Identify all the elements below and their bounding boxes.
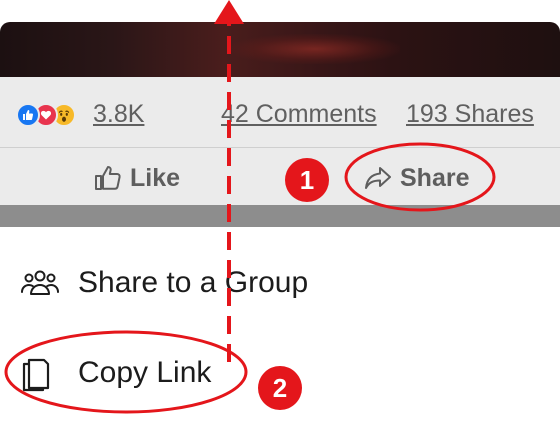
divider bbox=[0, 147, 560, 148]
reaction-count[interactable]: 3.8K bbox=[93, 100, 144, 129]
copy-link-label: Copy Link bbox=[78, 356, 212, 389]
like-button[interactable]: Like bbox=[94, 160, 180, 196]
share-to-group-label: Share to a Group bbox=[78, 266, 309, 299]
post-image[interactable] bbox=[0, 22, 560, 77]
copy-icon bbox=[20, 353, 64, 393]
post-footer bbox=[0, 77, 560, 205]
feed-separator bbox=[0, 205, 560, 227]
like-label: Like bbox=[130, 163, 181, 192]
share-to-group-option[interactable]: Share to a Group bbox=[20, 263, 308, 303]
copy-link-option[interactable]: Copy Link bbox=[20, 353, 211, 393]
share-label: Share bbox=[400, 163, 470, 192]
shares-count-link[interactable]: 193 Shares bbox=[406, 100, 534, 129]
image-glow bbox=[230, 34, 400, 64]
thumbs-up-reaction-icon bbox=[16, 103, 40, 127]
top-strip bbox=[0, 0, 560, 22]
thumbs-up-icon bbox=[95, 166, 121, 190]
share-button[interactable]: Share bbox=[364, 160, 469, 196]
comments-count-link[interactable]: 42 Comments bbox=[221, 100, 377, 129]
step-1-badge: 1 bbox=[285, 158, 329, 202]
step-2-badge: 2 bbox=[258, 366, 302, 410]
reaction-icons[interactable] bbox=[16, 103, 92, 129]
group-icon bbox=[20, 263, 64, 303]
share-arrow-icon bbox=[365, 167, 391, 189]
